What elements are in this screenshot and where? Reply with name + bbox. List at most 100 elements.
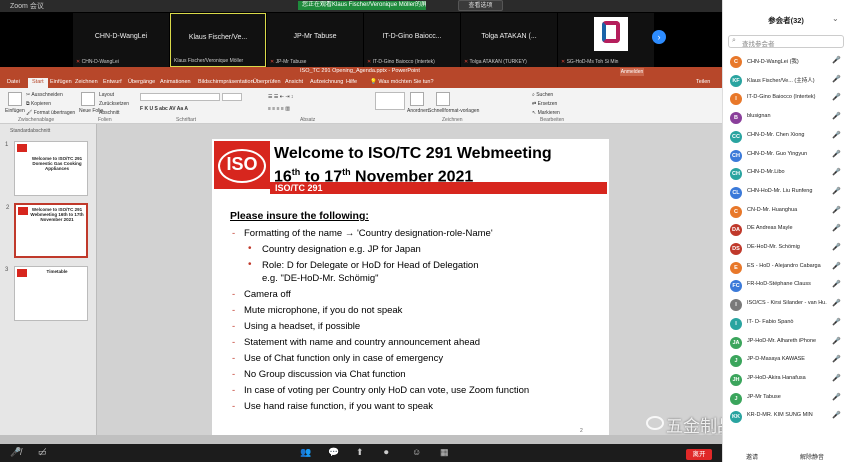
replace-button[interactable]: ⇄ Ersetzen bbox=[532, 101, 557, 107]
participant-row[interactable]: C CHN-D-WangLei (我) 🎤 bbox=[722, 54, 850, 70]
find-button[interactable]: ⌕ Suchen bbox=[532, 92, 553, 98]
participants-icon[interactable]: 👥 bbox=[300, 447, 311, 458]
participant-row[interactable]: I IT-D-Gino Baiocco (Intertek) 🎤 bbox=[722, 91, 850, 107]
tab-help[interactable]: Hilfe bbox=[346, 79, 357, 85]
arrange-button[interactable]: Anordnen bbox=[407, 108, 429, 114]
quick-styles-icon[interactable] bbox=[436, 92, 450, 106]
quick-styles-button[interactable]: Schnellformat-vorlagen bbox=[428, 108, 479, 114]
participant-name: DE-HoD-Mr. Schömig bbox=[747, 244, 800, 250]
tile-subname: ✕ CHN-D-WangLei bbox=[76, 59, 119, 65]
select-button[interactable]: ↖ Markieren bbox=[532, 110, 560, 116]
sign-in-button[interactable]: Anmelden bbox=[620, 68, 644, 76]
participant-row[interactable]: KK KR-D-MR. KIM SUNG MIN 🎤 bbox=[722, 409, 850, 425]
tab-draw[interactable]: Zeichnen bbox=[75, 79, 98, 85]
participant-row[interactable]: DA DE Andreas Mayle 🎤 bbox=[722, 222, 850, 238]
video-tile-active-speaker[interactable]: Klaus Fischer/Ve... Klaus Fischer/Veroni… bbox=[170, 13, 266, 67]
shapes-gallery[interactable] bbox=[375, 92, 405, 110]
tab-insert[interactable]: Einfügen bbox=[50, 79, 72, 85]
tab-transitions[interactable]: Übergänge bbox=[128, 79, 155, 85]
slide-thumbnail-selected[interactable]: 2 Welcome to ISO/TC 291 Webmeeting 16th … bbox=[6, 203, 88, 258]
slide-thumbnail[interactable]: 3 Timetable bbox=[5, 266, 88, 321]
avatar: KF bbox=[730, 74, 742, 87]
avatar: JH bbox=[730, 373, 742, 386]
participant-row[interactable]: CH CHN-D-Mr. Guo Yingyun 🎤 bbox=[722, 148, 850, 164]
participant-row[interactable]: CC CHN-D-Mr. Chen Xiong 🎤 bbox=[722, 129, 850, 145]
chat-icon[interactable]: 💬 bbox=[328, 447, 339, 458]
slide-page-number: 2 bbox=[580, 428, 583, 434]
video-off-icon[interactable]: ▭̸ bbox=[38, 447, 47, 458]
new-slide-icon[interactable] bbox=[81, 92, 95, 106]
participant-row[interactable]: KF Klaus Fischer/Ve... (主持人) 🎤 bbox=[722, 73, 850, 89]
participant-row[interactable]: CH CHN-D-Mr.Libo 🎤 bbox=[722, 166, 850, 182]
tile-subname: ✕ Tolga ATAKAN (TURKEY) bbox=[464, 59, 527, 65]
paste-button[interactable]: Einfügen bbox=[5, 108, 25, 114]
unmute-all-button[interactable]: 解除静音 bbox=[800, 452, 824, 461]
reactions-icon[interactable]: ☺ bbox=[412, 447, 421, 457]
participant-row[interactable]: E ES - HoD - Alejandro Cabarga 🎤 bbox=[722, 260, 850, 276]
participant-row[interactable]: DS DE-HoD-Mr. Schömig 🎤 bbox=[722, 241, 850, 257]
tile-name: Tolga ATAKAN (... bbox=[481, 33, 537, 40]
font-format-buttons[interactable]: F K U S abc AV Aa A bbox=[140, 106, 188, 112]
bullet-item: - Use hand raise function, if you want to… bbox=[232, 401, 434, 412]
avatar: KK bbox=[730, 411, 742, 424]
video-tile[interactable]: Tolga ATAKAN (... ✕ Tolga ATAKAN (TURKEY… bbox=[461, 13, 557, 67]
participant-row[interactable]: JA JP-HoD-Mr. Alhareth iPhone 🎤 bbox=[722, 335, 850, 351]
video-tile[interactable]: ✕ SG-HoD-Ms Toh Si Min bbox=[558, 13, 654, 67]
section-header[interactable]: Standardabschnitt bbox=[10, 128, 50, 134]
video-tile[interactable]: IT-D-Gino Baiocc... ✕ IT-D-Gino Baiocco … bbox=[364, 13, 460, 67]
tab-review[interactable]: Überprüfen bbox=[253, 79, 281, 85]
participant-row[interactable]: J JP-Mr Tabuse 🎤 bbox=[722, 391, 850, 407]
tab-design[interactable]: Entwurf bbox=[103, 79, 122, 85]
paste-icon[interactable] bbox=[8, 92, 22, 106]
mute-icon[interactable]: 🎤̸ bbox=[10, 447, 21, 458]
video-tile[interactable]: CHN-D-WangLei ✕ CHN-D-WangLei bbox=[73, 13, 169, 67]
record-icon[interactable]: ⏺ bbox=[384, 447, 389, 458]
participant-row[interactable]: I ISO/CS - Kirsi Silander - van Hu... 🎤 bbox=[722, 297, 850, 313]
mic-muted-icon: 🎤 bbox=[832, 131, 841, 139]
close-panel-icon[interactable]: ⌄ bbox=[832, 14, 839, 23]
share-screen-icon[interactable]: ⬆ bbox=[356, 447, 364, 458]
avatar: J bbox=[730, 355, 742, 368]
leave-meeting-button[interactable]: 离开 bbox=[686, 449, 712, 460]
next-page-arrow-icon[interactable]: › bbox=[652, 30, 666, 44]
tab-recording[interactable]: Aufzeichnung bbox=[310, 79, 343, 85]
tab-animations[interactable]: Animationen bbox=[160, 79, 191, 85]
slide-thumbnail[interactable]: 1 Welcome to ISO/TC 291 Domestic Gas Coo… bbox=[5, 141, 88, 196]
participant-row[interactable]: CL CHN-HoD-Mr. Liu Runfeng 🎤 bbox=[722, 185, 850, 201]
brush-icon: 🖌 bbox=[26, 110, 33, 116]
search-icon: ⌕ bbox=[732, 37, 736, 44]
participant-search-input[interactable]: ⌕ 查找参会者 bbox=[728, 35, 844, 48]
invite-button[interactable]: 邀请 bbox=[746, 452, 758, 461]
video-tile[interactable]: JP-Mr Tabuse ✕ JP-Mr Tabuse bbox=[267, 13, 363, 67]
format-painter-button[interactable]: 🖌 Format übertragen bbox=[26, 110, 75, 116]
avatar: CH bbox=[730, 149, 742, 162]
tile-name: IT-D-Gino Baiocc... bbox=[382, 33, 442, 40]
participant-row[interactable]: Bblusignan 🎤 bbox=[722, 110, 850, 126]
participant-row[interactable]: J JP-D-Masaya KAWASE 🎤 bbox=[722, 353, 850, 369]
apps-icon[interactable]: ▦ bbox=[440, 447, 449, 458]
participant-row[interactable]: FC FR-HoD-Stéphane Clauss 🎤 bbox=[722, 278, 850, 294]
tell-me-search[interactable]: 💡 Was möchten Sie tun? bbox=[370, 79, 434, 85]
font-size-select[interactable] bbox=[222, 93, 242, 101]
cut-button[interactable]: ✂ Ausschneiden bbox=[26, 92, 63, 98]
copy-button[interactable]: ⧉ Kopieren bbox=[26, 101, 51, 107]
paragraph-list-buttons[interactable]: ☰ ☰ ⇤ ⇥ ↕ bbox=[268, 94, 293, 100]
participant-row[interactable]: JH JP-HoD-Akira Hanafusa 🎤 bbox=[722, 372, 850, 388]
font-family-select[interactable] bbox=[140, 93, 220, 101]
arrange-icon[interactable] bbox=[410, 92, 424, 106]
participant-row[interactable]: I IT- D- Fabio Spanò 🎤 bbox=[722, 316, 850, 332]
tab-start[interactable]: Start bbox=[28, 78, 48, 88]
section-button[interactable]: Abschnitt bbox=[99, 110, 120, 116]
share-button[interactable]: Teilen bbox=[696, 79, 710, 85]
group-font: Schriftart bbox=[176, 117, 197, 123]
tab-slideshow[interactable]: Bildschirmpräsentation bbox=[198, 79, 254, 85]
tab-view[interactable]: Ansicht bbox=[285, 79, 303, 85]
paragraph-align-buttons[interactable]: ≡ ≡ ≡ ≡ ▥ bbox=[268, 106, 290, 112]
participant-name: CHN-D-Mr. Chen Xiong bbox=[747, 131, 805, 138]
layout-button[interactable]: Layout bbox=[99, 92, 114, 98]
view-options-button[interactable]: 查看选项 bbox=[458, 0, 503, 11]
tab-file[interactable]: Datei bbox=[7, 79, 20, 85]
reset-button[interactable]: Zurücksetzen bbox=[99, 101, 129, 107]
participant-name: ES - HoD - Alejandro Cabarga bbox=[747, 262, 821, 269]
participant-row[interactable]: C CN-D-Mr. Huanghua 🎤 bbox=[722, 204, 850, 220]
